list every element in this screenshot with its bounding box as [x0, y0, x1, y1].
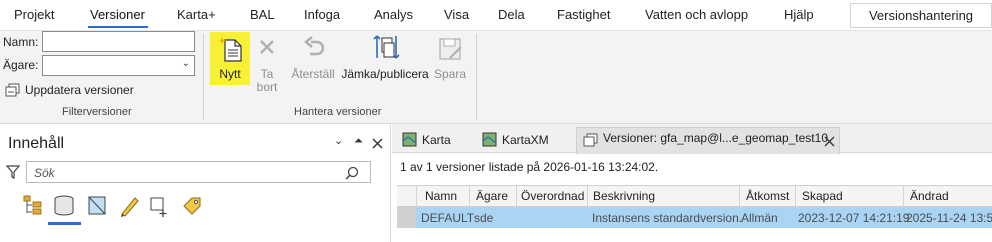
filter-funnel-icon[interactable]: [6, 164, 20, 180]
contents-search-box[interactable]: Sök: [26, 161, 371, 183]
save-version-button[interactable]: Spara: [432, 32, 468, 85]
versions-status-text: 1 av 1 versioner listade på 2026-01-16 1…: [400, 160, 659, 174]
tab-bal[interactable]: BAL: [250, 7, 275, 22]
tab-analys[interactable]: Analys: [374, 7, 413, 22]
save-label: Spara: [433, 67, 467, 81]
tab-infoga[interactable]: Infoga: [304, 7, 340, 22]
restore-version-button[interactable]: Återställ: [289, 32, 337, 85]
column-header-owner[interactable]: Ägare: [476, 189, 508, 203]
view-tab-karta-label: Karta: [422, 133, 451, 147]
cell-access: Allmän: [741, 211, 778, 225]
list-by-snapping-icon[interactable]: [148, 194, 172, 218]
view-tab-kartaxm[interactable]: KartaXM: [480, 129, 565, 151]
contents-search-placeholder: Sök: [34, 166, 55, 180]
column-divider: [416, 186, 417, 207]
pin-icon[interactable]: ⏶: [354, 135, 363, 148]
ribbon-separator: [203, 34, 204, 120]
list-by-data-source-icon[interactable]: [52, 194, 76, 218]
manage-versions-group-title: Hantera versioner: [294, 106, 382, 118]
versions-icon: [583, 133, 598, 147]
delete-label-bort: bort: [256, 80, 278, 94]
ribbon-tab-bar: [0, 0, 992, 30]
chevron-down-icon: ⌄: [181, 58, 190, 69]
column-header-modified[interactable]: Ändrad: [910, 189, 949, 203]
column-header-parent[interactable]: Överordnad: [521, 189, 584, 203]
view-tab-karta[interactable]: Karta: [400, 129, 470, 151]
row-selector[interactable]: [397, 207, 416, 228]
list-by-labeling-icon[interactable]: [180, 194, 204, 218]
list-by-selection-icon[interactable]: [86, 194, 108, 218]
save-disk-icon: [439, 38, 462, 60]
column-header-created[interactable]: Skapad: [802, 189, 843, 203]
tab-projekt[interactable]: Projekt: [14, 7, 54, 22]
ribbon-separator: [476, 34, 477, 120]
map-icon: [482, 132, 497, 147]
reconcile-post-label: Jämka/publicera: [341, 67, 429, 81]
view-tab-versions-label: Versioner: gfa_map@l...e_geomap_test10: [603, 131, 828, 145]
new-version-button[interactable]: Nytt: [210, 32, 250, 85]
map-icon: [402, 132, 417, 147]
view-tab-versions[interactable]: Versioner: gfa_map@l...e_geomap_test10: [576, 127, 840, 154]
column-divider: [903, 186, 904, 207]
new-document-icon: [219, 37, 242, 62]
reconcile-post-button[interactable]: Jämka/publicera: [340, 32, 430, 85]
pane-options-icon[interactable]: ⌄: [334, 134, 343, 147]
delete-version-button[interactable]: Ta bort: [253, 32, 281, 94]
tab-visa[interactable]: Visa: [444, 7, 469, 22]
column-header-access[interactable]: Åtkomst: [746, 189, 789, 203]
close-x-icon: [260, 40, 274, 54]
active-view-underline: [48, 222, 81, 225]
undo-arrow-icon: [304, 36, 325, 56]
name-label: Namn:: [3, 35, 39, 49]
tab-versioner[interactable]: Versioner: [90, 7, 145, 22]
cell-owner: sde: [474, 211, 494, 225]
refresh-versions-label: Uppdatera versioner: [25, 83, 134, 97]
reconcile-post-icon: [373, 35, 400, 59]
column-divider: [469, 186, 470, 207]
cell-modified: 2025-11-24 13:53: [906, 211, 992, 225]
column-divider: [516, 186, 517, 207]
contents-pane-title: Innehåll: [8, 135, 65, 152]
new-version-label: Nytt: [219, 67, 241, 81]
name-filter-input[interactable]: [42, 31, 195, 52]
list-by-drawing-order-icon[interactable]: [22, 194, 44, 218]
restore-label: Återställ: [291, 67, 335, 81]
refresh-versions-button[interactable]: Uppdatera versioner: [5, 82, 140, 98]
list-by-editing-icon[interactable]: [118, 194, 140, 218]
view-tab-kartaxm-label: KartaXM: [502, 133, 549, 147]
cell-description: Instansens standardversion.: [592, 211, 743, 225]
column-divider: [739, 186, 740, 207]
filter-versions-group-title: Filterversioner: [62, 106, 132, 118]
cell-created: 2023-12-07 14:21:19: [798, 211, 910, 225]
tab-versionshantering[interactable]: Versionshantering: [850, 3, 992, 28]
tab-fastighet[interactable]: Fastighet: [557, 7, 610, 22]
search-icon: [345, 166, 359, 180]
tab-karta-plus[interactable]: Karta+: [177, 7, 216, 22]
close-pane-icon[interactable]: [372, 138, 383, 149]
owner-label: Ägare:: [3, 58, 39, 72]
refresh-versions-icon: [5, 83, 20, 97]
close-tab-icon[interactable]: [824, 136, 835, 147]
column-divider: [795, 186, 796, 207]
column-divider: [587, 186, 588, 207]
column-header-name[interactable]: Namn: [425, 189, 457, 203]
tab-hjalp[interactable]: Hjälp: [784, 7, 814, 22]
tab-vatten-och-avlopp[interactable]: Vatten och avlopp: [645, 7, 748, 22]
active-tab-underline: [88, 26, 148, 28]
tab-dela[interactable]: Dela: [498, 7, 525, 22]
column-header-description[interactable]: Beskrivning: [593, 189, 655, 203]
owner-filter-dropdown[interactable]: ⌄: [42, 55, 195, 76]
cell-name: DEFAULT: [421, 211, 475, 225]
